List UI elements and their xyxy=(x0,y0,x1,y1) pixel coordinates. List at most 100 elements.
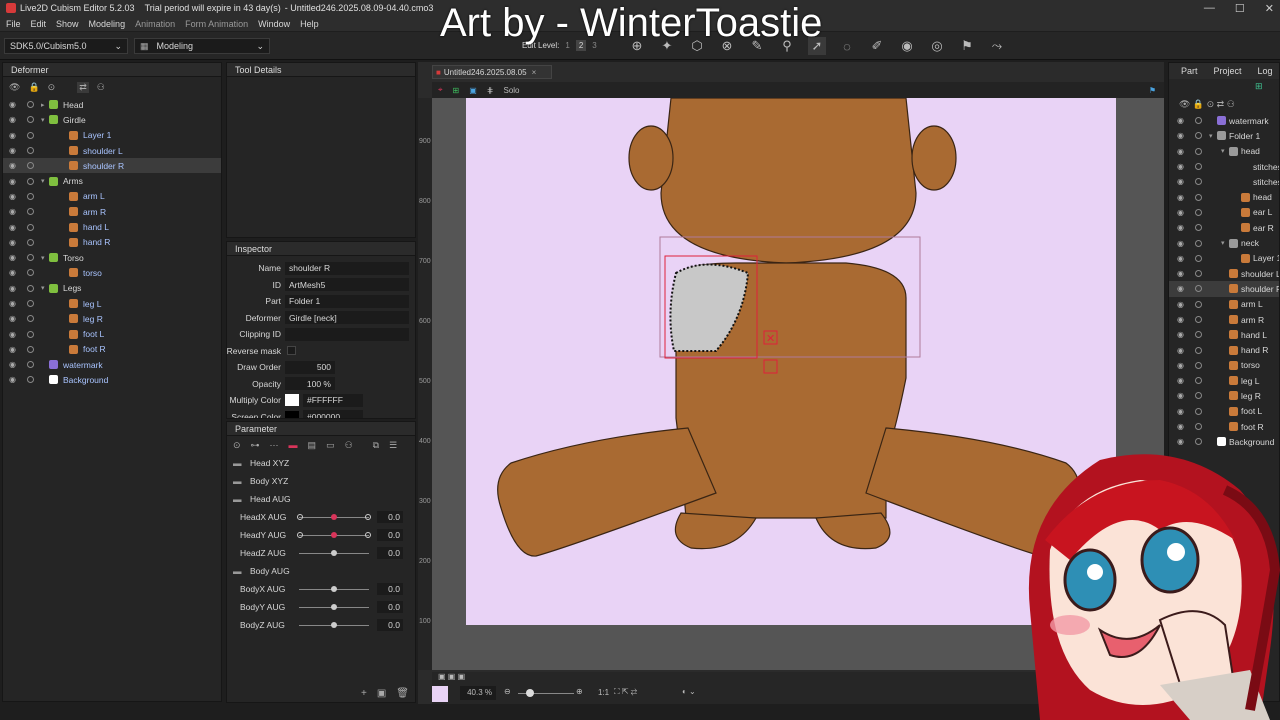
parameter-value[interactable]: 0.0 xyxy=(377,619,403,631)
lock-toggle-icon[interactable] xyxy=(1195,163,1202,171)
lock-toggle-icon[interactable] xyxy=(27,300,34,307)
menu-icon[interactable]: ☰ xyxy=(389,440,397,451)
ratio-button[interactable]: 1:1 xyxy=(598,688,609,697)
tree-row[interactable]: ◉ ear R xyxy=(1169,220,1279,235)
lock-toggle-icon[interactable] xyxy=(1195,346,1202,354)
lock-toggle-icon[interactable] xyxy=(1195,423,1202,431)
maximize-button[interactable]: ☐ xyxy=(1235,2,1245,15)
visibility-eye-icon[interactable]: ◉ xyxy=(9,314,19,323)
folder-add-icon[interactable]: ▣ xyxy=(377,688,386,699)
tree-row[interactable]: ◉ Layer 1 xyxy=(3,128,221,143)
visibility-eye-icon[interactable]: ◉ xyxy=(9,100,19,109)
parameter-row[interactable]: BodyZ AUG 0.0 xyxy=(227,616,415,634)
visibility-eye-icon[interactable]: ◉ xyxy=(9,146,19,155)
inspector-value[interactable]: Girdle [neck] xyxy=(285,311,409,325)
tree-row[interactable]: ◉ ▾ Legs xyxy=(3,281,221,296)
parameter-slider-knob[interactable] xyxy=(331,604,337,610)
link-icon[interactable]: ⤳ xyxy=(988,37,1006,55)
visibility-eye-icon[interactable]: ◉ xyxy=(9,115,19,124)
parameter-value[interactable]: 0.0 xyxy=(377,547,403,559)
tree-row[interactable]: ◉ arm L xyxy=(3,189,221,204)
color-hex-field[interactable]: #000000 xyxy=(303,410,363,418)
close-button[interactable]: ✕ xyxy=(1265,2,1274,15)
lock-toggle-icon[interactable] xyxy=(27,147,34,155)
visibility-eye-icon[interactable]: ◉ xyxy=(1177,269,1187,278)
inspector-value[interactable]: ArtMesh5 xyxy=(285,278,409,292)
minimize-button[interactable]: — xyxy=(1204,2,1215,15)
lock-toggle-icon[interactable] xyxy=(1195,147,1202,155)
lock-toggle-icon[interactable] xyxy=(27,162,34,170)
inspector-value[interactable]: shoulder R xyxy=(285,261,409,275)
tree-row[interactable]: ◉ foot R xyxy=(3,342,221,357)
visibility-eye-icon[interactable]: ◉ xyxy=(1177,315,1187,324)
lock-toggle-icon[interactable] xyxy=(1195,361,1202,369)
parameter-group[interactable]: ▬ Head XYZ xyxy=(227,454,415,472)
tab-log[interactable]: Log xyxy=(1258,66,1273,76)
visibility-eye-icon[interactable]: ◉ xyxy=(9,375,19,384)
camera-icon[interactable]: ▣ ▣ ▣ xyxy=(438,672,465,681)
visibility-eye-icon[interactable]: ◉ xyxy=(1177,437,1187,446)
trash-icon[interactable]: 🗑 xyxy=(396,688,409,699)
lasso-icon[interactable]: ◌ xyxy=(838,37,856,55)
canvas-color-swatch[interactable] xyxy=(432,686,448,702)
color-swatch[interactable] xyxy=(285,410,299,418)
visibility-eye-icon[interactable]: ◉ xyxy=(9,131,19,140)
visibility-eye-icon[interactable]: ◉ xyxy=(9,284,19,293)
table-icon[interactable]: ▤ xyxy=(308,440,317,451)
color-hex-field[interactable]: #FFFFFF xyxy=(303,393,363,407)
lock-toggle-icon[interactable] xyxy=(1195,254,1202,262)
tree-row[interactable]: ◉ stitches xyxy=(1169,174,1279,189)
tree-row[interactable]: ◉ head xyxy=(1169,189,1279,204)
visibility-eye-icon[interactable]: ◉ xyxy=(9,360,19,369)
tree-row[interactable]: ◉ hand R xyxy=(3,235,221,250)
mesh-visible-icon[interactable]: ⊞ xyxy=(1255,81,1263,92)
minus-icon[interactable]: ▭ xyxy=(326,440,335,451)
tree-row[interactable]: ◉ leg L xyxy=(1169,373,1279,388)
lock-toggle-icon[interactable] xyxy=(1195,407,1202,415)
visibility-eye-icon[interactable]: ◉ xyxy=(1177,346,1187,355)
visibility-eye-icon[interactable]: ◉ xyxy=(1177,361,1187,370)
visibility-eye-icon[interactable]: ◉ xyxy=(9,299,19,308)
lock-toggle-icon[interactable] xyxy=(1195,132,1202,140)
parameter-slider-knob[interactable] xyxy=(331,586,337,592)
reverse-mask-checkbox[interactable] xyxy=(287,346,296,356)
lock-toggle-icon[interactable] xyxy=(1195,377,1202,385)
lock-toggle-icon[interactable] xyxy=(27,330,34,338)
tree-row[interactable]: ◉ Layer 1 xyxy=(1169,251,1279,266)
solo-toggle[interactable]: Solo xyxy=(503,86,519,95)
visibility-eye-icon[interactable]: ◉ xyxy=(9,330,19,339)
tree-row[interactable]: ◉ watermark xyxy=(1169,113,1279,128)
parameter-slider-knob[interactable] xyxy=(331,550,337,556)
zoom-slider-knob[interactable] xyxy=(526,689,534,697)
parameter-group[interactable]: ▬ Body XYZ xyxy=(227,472,415,490)
toggle-icon[interactable]: ◐ ⌄ xyxy=(682,687,696,696)
parameter-row[interactable]: BodyY AUG 0.0 xyxy=(227,598,415,616)
lock-toggle-icon[interactable] xyxy=(1195,285,1202,293)
link-param-icon[interactable]: ⊶ xyxy=(251,440,260,451)
lock-toggle-icon[interactable] xyxy=(1195,208,1202,216)
tree-row[interactable]: ◉ torso xyxy=(3,265,221,280)
lock-toggle-icon[interactable] xyxy=(1195,224,1202,232)
sdk-select[interactable]: SDK5.0/Cubism5.0 ⌄ xyxy=(4,38,128,54)
expand-caret-icon[interactable]: ▾ xyxy=(41,116,45,124)
parameter-row[interactable]: HeadZ AUG 0.0 xyxy=(227,544,415,562)
lock-toggle-icon[interactable] xyxy=(27,116,34,124)
visibility-eye-icon[interactable]: ◉ xyxy=(1177,208,1187,217)
visibility-eye-icon[interactable]: ◉ xyxy=(1177,147,1187,156)
visibility-eye-icon[interactable]: ◉ xyxy=(1177,177,1187,186)
lock-toggle-icon[interactable] xyxy=(1195,270,1202,278)
lock-toggle-icon[interactable] xyxy=(27,238,34,246)
draw-order-field[interactable]: 500 xyxy=(285,360,335,374)
inspector-value[interactable] xyxy=(285,327,409,341)
lock-toggle-icon[interactable] xyxy=(1195,316,1202,323)
opacity-field[interactable]: 100 % xyxy=(285,377,335,391)
expand-caret-icon[interactable]: ▾ xyxy=(1209,132,1213,140)
parameter-group[interactable]: ▬ Body AUG xyxy=(227,562,415,580)
tab-part[interactable]: Part xyxy=(1181,66,1198,76)
warp-icon[interactable]: ◎ xyxy=(928,37,946,55)
visibility-eye-icon[interactable]: ◉ xyxy=(9,192,19,201)
mode-select[interactable]: ▦ Modeling ⌄ xyxy=(134,38,270,54)
tree-row[interactable]: ◉ shoulder R xyxy=(1169,281,1279,297)
tree-row[interactable]: ◉ ▾ Arms xyxy=(3,173,221,188)
lock-toggle-icon[interactable] xyxy=(27,254,34,262)
